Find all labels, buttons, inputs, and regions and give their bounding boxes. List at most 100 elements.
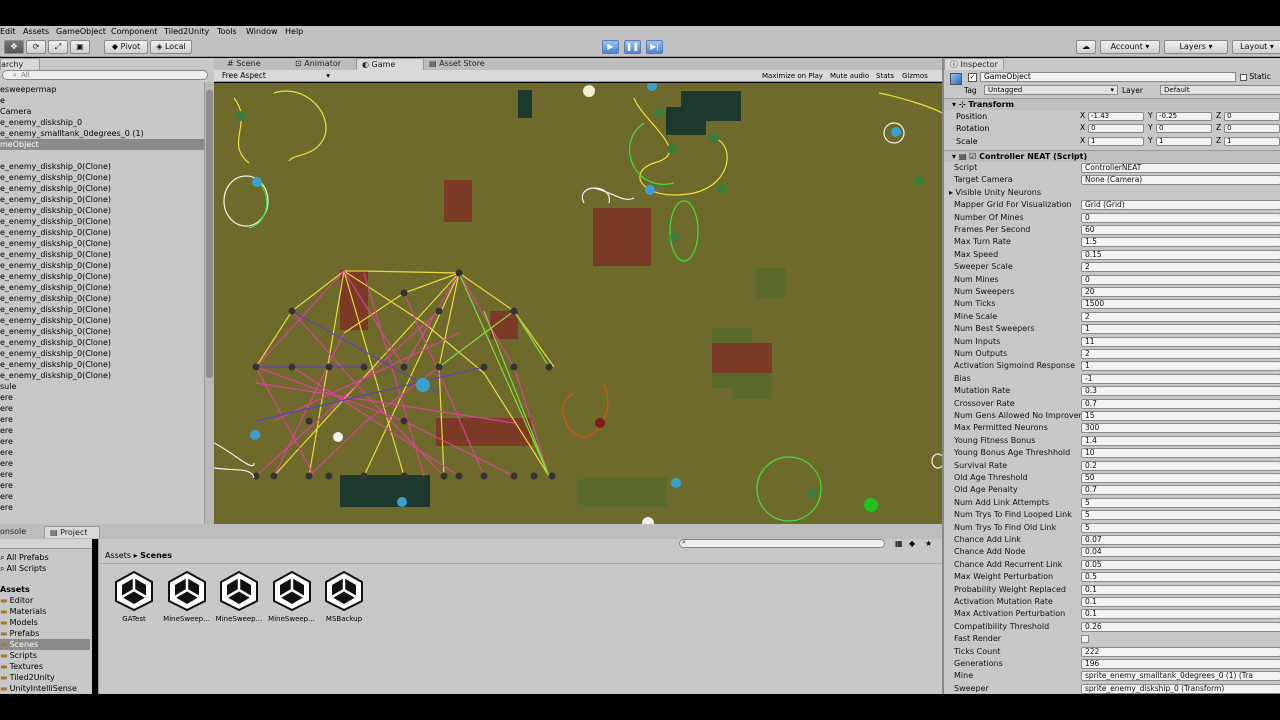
field-value[interactable]: 0.05 — [1081, 559, 1280, 570]
hierarchy-item[interactable]: e_enemy_diskship_0(Clone) — [0, 227, 111, 238]
hierarchy-item[interactable]: ere — [0, 414, 13, 425]
field-value[interactable]: 0.07 — [1081, 535, 1280, 545]
menu-gameobject[interactable]: GameObject — [56, 26, 106, 37]
play-button[interactable]: ▶ — [602, 40, 619, 54]
gameobject-name-field[interactable]: GameObject — [980, 72, 1236, 82]
move-tool-button[interactable]: ✥ — [4, 40, 24, 54]
aspect-dropdown[interactable]: Free Aspect ▾ — [222, 71, 332, 81]
star-icon[interactable]: ★ — [925, 539, 932, 548]
folder-item[interactable]: ▬ Models — [0, 617, 38, 628]
hierarchy-item[interactable]: ere — [0, 447, 13, 458]
menu-tools[interactable]: Tools — [217, 26, 237, 37]
static-checkbox[interactable]: Static — [1240, 72, 1271, 81]
field-value[interactable]: 0.04 — [1081, 547, 1280, 558]
hierarchy-item[interactable]: e_enemy_diskship_0(Clone) — [0, 326, 111, 337]
scale-z-field[interactable]: 1 — [1224, 136, 1280, 146]
folder-item[interactable]: ▬ Editor — [0, 595, 33, 606]
folder-item[interactable]: ▬ UnityIntelliSense — [0, 683, 77, 694]
hierarchy-item[interactable]: ere — [0, 403, 13, 414]
field-value[interactable]: 0 — [1081, 212, 1280, 223]
field-value[interactable]: 0.7 — [1081, 485, 1280, 496]
project-search[interactable]: ⌕ — [679, 538, 885, 548]
scene-asset[interactable]: MineSweep... — [163, 570, 210, 626]
folder-item[interactable]: ▬ Materials — [0, 606, 46, 617]
hierarchy-scrollbar[interactable] — [204, 82, 214, 524]
tab-game[interactable]: ◐ Game — [356, 58, 424, 70]
hierarchy-item[interactable]: e_enemy_diskship_0(Clone) — [0, 337, 111, 348]
controller-header[interactable]: ▾ ▤ ☑ Controller NEAT (Script) — [944, 150, 1280, 162]
field-value[interactable]: 1 — [1081, 324, 1280, 335]
field-value[interactable]: 0.5 — [1081, 572, 1280, 583]
fast-render-checkbox[interactable] — [1081, 635, 1089, 644]
scene-asset[interactable]: MineSweep... — [216, 570, 262, 626]
breadcrumb-assets[interactable]: Assets — [105, 551, 131, 560]
hierarchy-item[interactable]: ere — [0, 502, 13, 513]
field-value[interactable]: 11 — [1081, 336, 1280, 347]
hierarchy-item[interactable]: ere — [0, 480, 13, 491]
hierarchy-item[interactable]: e_enemy_diskship_0(Clone) — [0, 238, 111, 249]
field-value[interactable]: sprite_enemy_diskship_0 (Transform) — [1081, 683, 1280, 694]
hierarchy-item[interactable]: e_enemy_diskship_0(Clone) — [0, 216, 111, 227]
hierarchy-item[interactable]: e_enemy_diskship_0 — [0, 117, 82, 128]
hierarchy-item[interactable]: e_enemy_diskship_0(Clone) — [0, 194, 111, 205]
field-value[interactable]: ControllerNEAT — [1081, 163, 1280, 173]
pivot-button[interactable]: ◆ Pivot — [104, 40, 148, 54]
hierarchy-scroll-thumb[interactable] — [206, 90, 213, 378]
hierarchy-item[interactable]: e_enemy_smalltank_0degrees_0 (1) — [0, 128, 144, 139]
field-value[interactable]: 60 — [1081, 225, 1280, 235]
mute-audio-toggle[interactable]: Mute audio — [830, 71, 869, 81]
hierarchy-item[interactable]: e_enemy_diskship_0(Clone) — [0, 161, 111, 172]
scene-asset[interactable]: MineSweep... — [268, 570, 315, 626]
favorite-item[interactable]: ⌕ All Scripts — [0, 563, 46, 574]
position-x-field[interactable]: -1.43 — [1088, 112, 1144, 121]
field-value[interactable]: 0.1 — [1081, 584, 1280, 595]
step-button[interactable]: ▶| — [646, 40, 663, 54]
folder-item[interactable]: ▬ Prefabs — [0, 628, 39, 639]
field-value[interactable]: 0.2 — [1081, 460, 1280, 471]
rect-tool-button[interactable]: ▣ — [70, 40, 90, 54]
tab-hierarchy[interactable]: archy — [0, 58, 40, 70]
position-y-field[interactable]: -0.25 — [1156, 112, 1212, 121]
field-value[interactable]: 1.5 — [1081, 237, 1280, 248]
filter-type-icon[interactable]: ▦ — [895, 539, 903, 548]
hierarchy-item[interactable]: e_enemy_diskship_0(Clone) — [0, 271, 111, 282]
field-value[interactable]: 5 — [1081, 497, 1280, 508]
hierarchy-item[interactable]: ere — [0, 458, 13, 469]
gizmos-dropdown[interactable]: Gizmos — [902, 71, 928, 81]
hierarchy-item[interactable]: e_enemy_diskship_0(Clone) — [0, 359, 111, 370]
field-value[interactable]: 196 — [1081, 659, 1280, 669]
tab-scene[interactable]: # Scene — [222, 58, 266, 70]
layout-dropdown[interactable]: Layout ▾ — [1232, 40, 1280, 54]
filter-label-icon[interactable]: ◆ — [909, 539, 915, 548]
field-value[interactable]: 50 — [1081, 473, 1280, 483]
field-value[interactable]: 1.4 — [1081, 435, 1280, 446]
field-value[interactable]: 0 — [1081, 274, 1280, 285]
hierarchy-item[interactable]: e_enemy_diskship_0(Clone) — [0, 293, 111, 304]
hierarchy-item[interactable]: sule — [0, 381, 16, 392]
hierarchy-item[interactable]: ere — [0, 491, 13, 502]
scale-x-field[interactable]: 1 — [1088, 136, 1144, 146]
field-value[interactable]: 1500 — [1081, 299, 1280, 310]
scale-tool-button[interactable]: ⤢ — [48, 40, 68, 54]
folder-item[interactable]: ▬ Tiled2Unity — [0, 672, 55, 683]
hierarchy-item[interactable]: e_enemy_diskship_0(Clone) — [0, 172, 111, 183]
field-value[interactable]: 1 — [1081, 361, 1280, 372]
field-value[interactable]: sprite_enemy_smalltank_0degrees_0 (1) (T… — [1081, 671, 1280, 682]
field-value[interactable]: 300 — [1081, 423, 1280, 434]
rotation-z-field[interactable]: 0 — [1224, 124, 1280, 134]
field-value[interactable]: 0.1 — [1081, 609, 1280, 620]
menu-edit[interactable]: Edit — [0, 26, 16, 37]
field-value[interactable]: -1 — [1081, 373, 1280, 384]
menu-assets[interactable]: Assets — [23, 26, 49, 37]
field-value[interactable]: 2 — [1081, 349, 1280, 359]
rotate-tool-button[interactable]: ⟳ — [26, 40, 46, 54]
tab-console[interactable]: onsole — [0, 526, 31, 538]
tag-dropdown[interactable]: Untagged ▾ — [984, 85, 1118, 95]
hierarchy-item[interactable]: e_enemy_diskship_0(Clone) — [0, 205, 111, 216]
field-value[interactable]: 0.26 — [1081, 621, 1280, 632]
field-value[interactable]: 0.7 — [1081, 398, 1280, 409]
field-value[interactable]: 2 — [1081, 262, 1280, 273]
field-value[interactable]: Grid (Grid) — [1081, 200, 1280, 211]
hierarchy-item[interactable]: e_enemy_diskship_0(Clone) — [0, 348, 111, 359]
project-tree-add[interactable] — [0, 539, 92, 549]
